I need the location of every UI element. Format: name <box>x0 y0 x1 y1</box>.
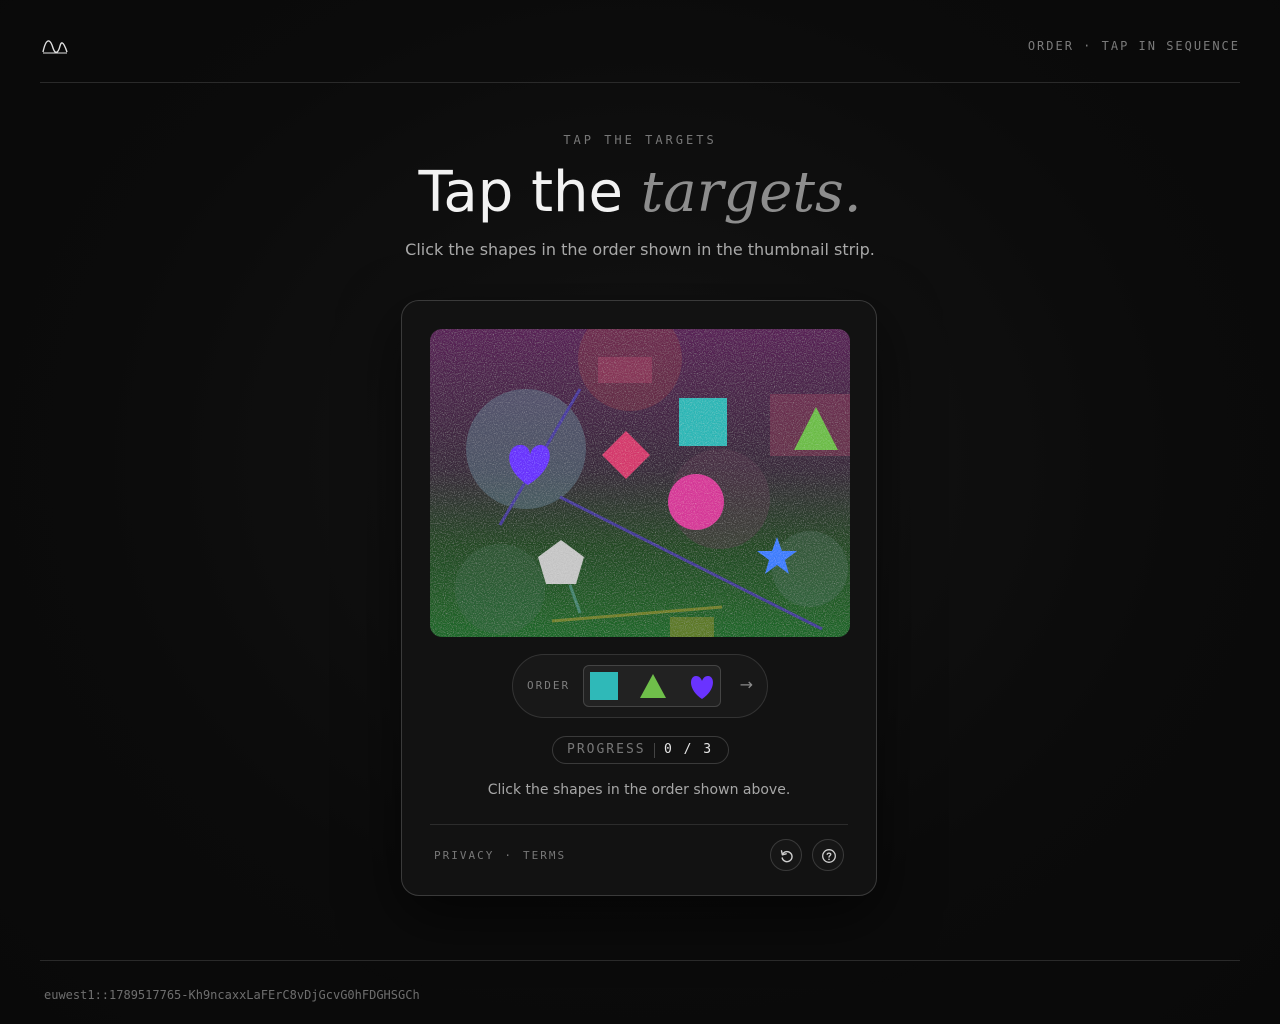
order-thumb-triangle-icon <box>640 674 666 698</box>
order-thumbnails <box>583 665 721 707</box>
page-title: Tap the targets. <box>0 158 1280 228</box>
help-button[interactable] <box>812 839 844 871</box>
footer: euwest1::1789517765-Kh9ncaxxLaFErC8vDjGc… <box>40 960 1240 1002</box>
decoy-rect <box>598 357 652 383</box>
decoy-rect <box>670 617 714 637</box>
circle-shape[interactable] <box>668 474 724 530</box>
progress-label: PROGRESS <box>567 742 646 757</box>
reload-button[interactable] <box>770 839 802 871</box>
links-separator: · <box>504 849 513 862</box>
brand-logo-icon <box>42 40 68 54</box>
challenge-canvas-svg[interactable] <box>430 329 850 637</box>
help-icon <box>822 849 836 863</box>
page-title-emphasis: targets. <box>640 160 862 225</box>
card-divider <box>430 824 848 825</box>
order-strip: ORDER → <box>512 654 768 718</box>
challenge-card: ORDER → PROGRESS 0 / 3 Click the shapes … <box>401 300 877 896</box>
page: ORDER · TAP IN SEQUENCE TAP THE TARGETS … <box>0 0 1280 1024</box>
progress-value: 0 / 3 <box>664 742 714 757</box>
header-mode-tag: ORDER · TAP IN SEQUENCE <box>1027 39 1240 53</box>
session-id: euwest1::1789517765-Kh9ncaxxLaFErC8vDjGc… <box>44 988 420 1002</box>
challenge-instruction: Click the shapes in the order shown abov… <box>487 782 791 798</box>
reload-icon <box>780 850 793 863</box>
privacy-link[interactable]: PRIVACY <box>434 849 494 862</box>
square-shape[interactable] <box>679 398 727 446</box>
order-label: ORDER <box>527 679 571 692</box>
order-thumb-heart-icon <box>691 676 713 699</box>
decoy-circle <box>455 544 545 634</box>
progress-separator <box>654 743 655 758</box>
page-subtitle: Click the shapes in the order shown in t… <box>405 240 875 259</box>
challenge-canvas[interactable] <box>430 329 850 637</box>
header: ORDER · TAP IN SEQUENCE <box>40 0 1240 83</box>
card-links: PRIVACY · TERMS <box>434 849 566 862</box>
order-arrow-icon: → <box>739 675 753 694</box>
order-thumb-square-icon <box>590 672 618 700</box>
hero-eyebrow: TAP THE TARGETS <box>563 133 717 147</box>
terms-link[interactable]: TERMS <box>523 849 566 862</box>
progress-indicator: PROGRESS 0 / 3 <box>552 736 729 764</box>
page-title-plain: Tap the <box>418 160 641 225</box>
